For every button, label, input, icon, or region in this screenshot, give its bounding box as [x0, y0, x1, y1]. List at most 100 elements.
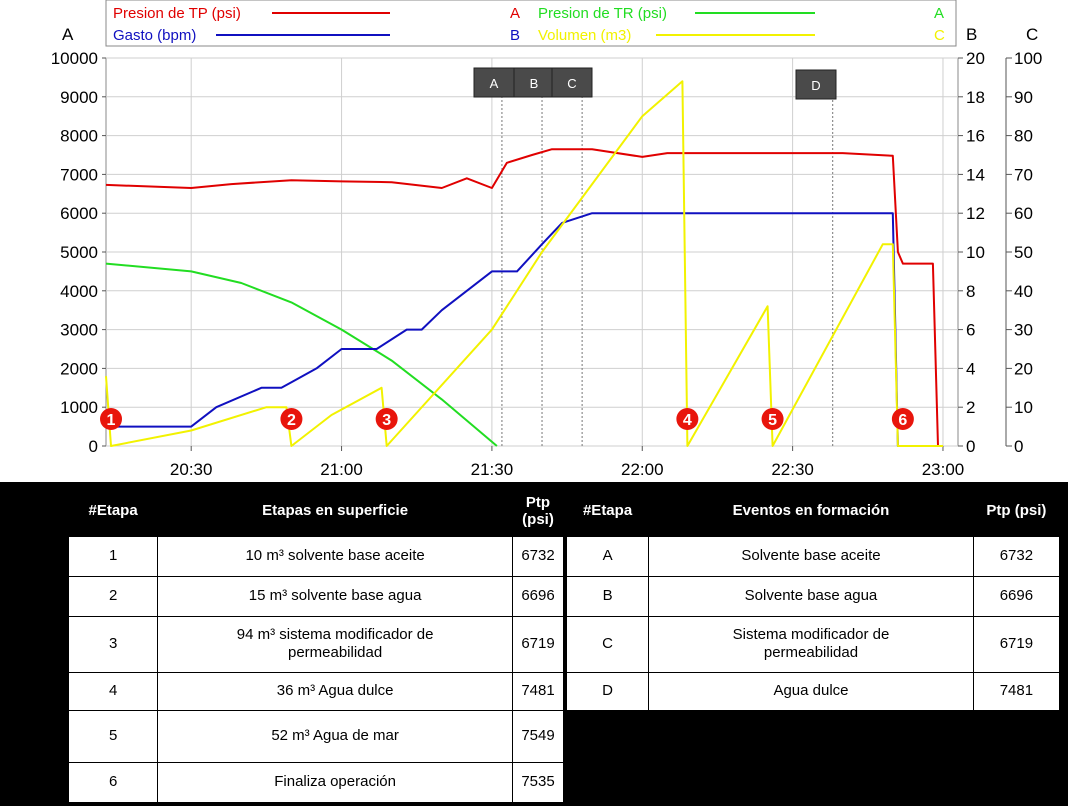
table-cell: D	[565, 671, 650, 711]
y-tick-label-b: 4	[966, 359, 975, 378]
table-cell: Solvente base agua	[648, 575, 974, 617]
table-header-row: #Etapa Eventos en formación Ptp (psi)	[567, 486, 1060, 536]
table-cell: 6732	[972, 535, 1061, 577]
axis-label-c: C	[1026, 25, 1038, 44]
table-cell: 36 m³ Agua dulce	[157, 671, 513, 711]
y-tick-label-c: 20	[1014, 359, 1033, 378]
y-tick-label-c: 90	[1014, 88, 1033, 107]
y-tick-label-c: 80	[1014, 127, 1033, 146]
table-row: 5 52 m³ Agua de mar 7549	[67, 709, 564, 763]
y-tick-label-b: 12	[966, 204, 985, 223]
y-tick-label-a: 8000	[60, 127, 98, 146]
legend-item-label: Gasto (bpm)	[113, 27, 196, 44]
y-tick-label-c: 100	[1014, 49, 1042, 68]
x-tick-label: 20:30	[170, 460, 213, 479]
legend-axis-tag: A	[510, 5, 520, 22]
table-cell: 2	[67, 575, 159, 617]
event-label-c: C	[567, 76, 576, 91]
y-tick-label-c: 70	[1014, 165, 1033, 184]
table-cell: 6	[67, 761, 159, 803]
event-label-d: D	[811, 78, 820, 93]
y-tick-label-a: 6000	[60, 204, 98, 223]
event-label-a: A	[490, 76, 499, 91]
legend-item-label: Presion de TP (psi)	[113, 5, 241, 22]
table-row: 6 Finaliza operación 7535	[67, 761, 564, 803]
y-tick-label-b: 6	[966, 321, 975, 340]
table-row: B Solvente base agua 6696	[565, 575, 1061, 617]
col-header: Eventos en formación	[732, 502, 890, 520]
table-cell: 6696	[972, 575, 1061, 617]
table-cell: Agua dulce	[648, 671, 974, 711]
y-tick-label-a: 0	[89, 437, 98, 456]
table-cell: 10 m³ solvente base aceite	[157, 535, 513, 577]
y-tick-label-c: 60	[1014, 204, 1033, 223]
legend-axis-tag: B	[510, 27, 520, 44]
chart-area: 0 1000 2000 3000 4000 5000 6000 7000 8000 9000 100…	[0, 0, 1068, 482]
table-cell: Finaliza operación	[157, 761, 513, 803]
stage-marker-label: 3	[382, 412, 391, 429]
y-tick-label-a: 2000	[60, 359, 98, 378]
y-tick-label-b: 2	[966, 398, 975, 417]
table-cell: 6696	[512, 575, 564, 617]
table-row: 4 36 m³ Agua dulce 7481	[67, 671, 564, 711]
y-tick-label-c: 0	[1014, 437, 1023, 456]
col-header: Ptp (psi)	[986, 502, 1047, 520]
legend-item-label: Presion de TR (psi)	[538, 5, 667, 22]
table-cell: 94 m³ sistema modificador de permeabilid…	[157, 615, 513, 673]
y-tick-label-a: 1000	[60, 398, 98, 417]
y-tick-label-b: 0	[966, 437, 975, 456]
table-cell: 6732	[512, 535, 564, 577]
x-tick-label: 23:00	[922, 460, 965, 479]
table-cell: 1	[67, 535, 159, 577]
table-row: 1 10 m³ solvente base aceite 6732	[67, 535, 564, 577]
table-cell: 6719	[512, 615, 564, 673]
y-tick-label-a: 10000	[51, 49, 98, 68]
y-tick-label-a: 3000	[60, 321, 98, 340]
y-tick-label-b: 10	[966, 243, 985, 262]
table-row: 2 15 m³ solvente base agua 6696	[67, 575, 564, 617]
table-cell: 3	[67, 615, 159, 673]
legend-axis-tag: C	[934, 27, 945, 44]
y-tick-label-b: 8	[966, 282, 975, 301]
col-header: Etapas en superficie	[262, 502, 409, 520]
y-tick-label-c: 30	[1014, 321, 1033, 340]
table-cell: 6719	[972, 615, 1061, 673]
x-tick-label: 22:00	[621, 460, 664, 479]
chart-svg: 0100020003000400050006000700080009000100…	[51, 0, 1042, 479]
event-label-b: B	[530, 76, 539, 91]
stage-marker-label: 4	[683, 412, 692, 429]
table-cell: C	[565, 615, 650, 673]
x-tick-label: 21:30	[471, 460, 514, 479]
table-cell: 7481	[512, 671, 564, 711]
formation-events-table: #Etapa Eventos en formación Ptp (psi) AS…	[565, 486, 1061, 711]
x-tick-label: 22:30	[771, 460, 814, 479]
table-cell: 7549	[512, 709, 564, 763]
col-header: Ptp (psi)	[522, 493, 554, 528]
table-cell: B	[565, 575, 650, 617]
table-row: 3 94 m³ sistema modificador de permeabili…	[67, 615, 564, 673]
table-header-row: #Etapa Etapas en superficie Ptp (psi)	[69, 486, 564, 536]
table-cell: 4	[67, 671, 159, 711]
table-row: D Agua dulce 7481	[565, 671, 1061, 711]
table-cell: Solvente base aceite	[648, 535, 974, 577]
table-row: A Solvente base aceite 6732	[565, 535, 1061, 577]
y-tick-label-b: 20	[966, 49, 985, 68]
table-cell: Sistema modificador de permeabilidad	[648, 615, 974, 673]
y-tick-label-b: 14	[966, 165, 985, 184]
table-cell: A	[565, 535, 650, 577]
table-cell: 5	[67, 709, 159, 763]
y-tick-label-c: 40	[1014, 282, 1033, 301]
stage-marker-label: 1	[107, 412, 116, 429]
stage-marker-label: 2	[287, 412, 296, 429]
y-tick-label-b: 16	[966, 127, 985, 146]
table-cell: 15 m³ solvente base agua	[157, 575, 513, 617]
y-tick-label-b: 18	[966, 88, 985, 107]
table-cell: 52 m³ Agua de mar	[157, 709, 513, 763]
col-header: #Etapa	[582, 502, 633, 520]
table-cell: 7481	[972, 671, 1061, 711]
y-tick-label-c: 10	[1014, 398, 1033, 417]
stage-marker-label: 5	[768, 412, 777, 429]
y-tick-label-c: 50	[1014, 243, 1033, 262]
y-tick-label-a: 9000	[60, 88, 98, 107]
surface-stages-table: #Etapa Etapas en superficie Ptp (psi) 11…	[67, 486, 564, 803]
